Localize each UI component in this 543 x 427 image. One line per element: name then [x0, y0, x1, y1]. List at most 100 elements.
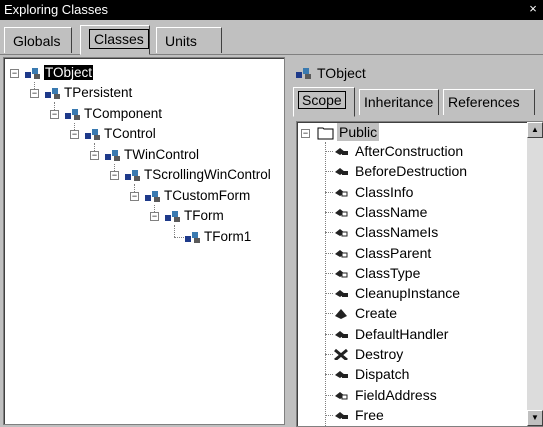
- tree-node[interactable]: TControl: [104, 125, 156, 143]
- vertical-scrollbar[interactable]: ▲ ▼: [527, 122, 543, 426]
- collapse-icon[interactable]: −: [110, 171, 119, 180]
- detail-tab-strip: Scope Inheritance References: [293, 87, 539, 117]
- tree-node[interactable]: TCustomForm: [164, 187, 250, 205]
- class-icon: [45, 88, 60, 99]
- function-icon: [335, 269, 348, 278]
- member-label: FieldAddress: [355, 386, 437, 403]
- tab-globals[interactable]: Globals: [4, 27, 72, 53]
- scroll-down-icon[interactable]: ▼: [527, 410, 543, 426]
- collapse-icon[interactable]: −: [50, 110, 59, 119]
- class-icon: [85, 129, 100, 140]
- tree-node[interactable]: TComponent: [84, 105, 162, 123]
- member-item[interactable]: ClassName: [333, 202, 427, 222]
- close-icon[interactable]: ×: [526, 1, 540, 17]
- member-label: ClassNameIs: [355, 224, 439, 241]
- member-item[interactable]: DefaultHandler: [333, 324, 448, 344]
- member-item[interactable]: Create: [333, 303, 397, 323]
- tab-inheritance[interactable]: Inheritance: [359, 89, 439, 115]
- tree-connector: [325, 313, 333, 315]
- class-icon: [25, 68, 40, 79]
- tree-connector: [325, 394, 333, 396]
- tree-node-label: TControl: [104, 126, 156, 141]
- constructor-icon: [335, 309, 347, 320]
- folder-icon: [317, 127, 334, 140]
- member-item[interactable]: ClassNameIs: [333, 222, 438, 242]
- tree-node[interactable]: TForm1: [204, 228, 251, 246]
- member-label: ClassType: [355, 264, 421, 281]
- member-label: ClassName: [355, 203, 428, 220]
- class-icon: [185, 232, 200, 243]
- tree-connector: [325, 272, 333, 274]
- tree-node[interactable]: TForm: [184, 207, 224, 225]
- member-list[interactable]: − Public ▲ ▼ AfterConstruction BeforeDest…: [296, 121, 543, 427]
- tree-node-label: TPersistent: [64, 85, 133, 100]
- tab-units[interactable]: Units: [156, 27, 222, 53]
- class-icon: [125, 170, 140, 181]
- member-label: ClassParent: [355, 244, 432, 261]
- tab-strip: Globals Classes Units: [0, 20, 543, 55]
- method-icon: [335, 411, 348, 419]
- tree-connector: [325, 191, 333, 193]
- member-label: Destroy: [355, 346, 404, 362]
- function-icon: [335, 188, 348, 197]
- tree-node[interactable]: TScrollingWinControl: [144, 166, 271, 184]
- window-title: Exploring Classes: [4, 2, 109, 17]
- member-item[interactable]: Dispatch: [333, 364, 409, 384]
- member-item[interactable]: CleanupInstance: [333, 283, 460, 303]
- function-icon: [335, 391, 348, 400]
- member-item[interactable]: Destroy: [333, 344, 403, 364]
- tree-node[interactable]: TObject: [42, 64, 95, 82]
- tree-connector: [325, 151, 333, 152]
- member-label: Dispatch: [355, 366, 410, 383]
- tree-connector: [325, 354, 333, 355]
- member-label: Create: [355, 305, 398, 322]
- tree-node-label: TForm1: [204, 229, 252, 244]
- method-icon: [335, 290, 348, 298]
- collapse-icon[interactable]: −: [150, 212, 159, 221]
- destructor-icon: [334, 348, 348, 360]
- member-item[interactable]: ClassParent: [333, 243, 431, 263]
- collapse-icon[interactable]: −: [30, 89, 39, 98]
- member-label: BeforeDestruction: [355, 163, 468, 180]
- collapse-icon[interactable]: −: [10, 69, 19, 78]
- member-label: DefaultHandler: [355, 325, 449, 342]
- tree-connector: [325, 293, 333, 295]
- collapse-icon[interactable]: −: [70, 130, 79, 139]
- member-item[interactable]: BeforeDestruction: [333, 161, 467, 181]
- member-item[interactable]: Free: [333, 405, 384, 425]
- tree-node-label: TScrollingWinControl: [144, 167, 271, 182]
- member-item[interactable]: AfterConstruction: [333, 141, 463, 161]
- tab-classes[interactable]: Classes: [80, 25, 150, 55]
- function-icon: [335, 249, 348, 257]
- folder-label: Public: [337, 123, 380, 141]
- member-item[interactable]: FieldAddress: [333, 385, 437, 405]
- tree-node-label: TComponent: [84, 106, 163, 121]
- method-icon: [335, 371, 348, 379]
- collapse-icon[interactable]: −: [130, 192, 139, 201]
- member-item[interactable]: ClassType: [333, 263, 420, 283]
- tree-node-label: TCustomForm: [164, 188, 251, 203]
- function-icon: [335, 229, 348, 237]
- tab-references[interactable]: References: [443, 89, 535, 115]
- member-label: AfterConstruction: [355, 143, 464, 159]
- class-icon: [105, 150, 120, 161]
- member-label: Free: [355, 406, 384, 423]
- tree-node-label: TWinControl: [124, 147, 200, 162]
- tree-node[interactable]: TPersistent: [64, 84, 132, 102]
- detail-title: TObject: [317, 65, 366, 81]
- member-label: ClassInfo: [355, 183, 414, 200]
- tree-connector: [325, 171, 333, 173]
- collapse-icon[interactable]: −: [301, 129, 310, 138]
- tree-node-label: TObject: [42, 64, 95, 81]
- class-tree[interactable]: − TObject − TPersistent − TComponent − TControl…: [3, 57, 285, 425]
- tree-connector: [325, 232, 333, 234]
- detail-header: TObject: [295, 63, 366, 83]
- title-bar: Exploring Classes ×: [0, 0, 543, 20]
- tree-node[interactable]: TWinControl: [124, 146, 199, 164]
- detail-pane: TObject Scope Inheritance References − P…: [289, 57, 543, 427]
- tab-scope[interactable]: Scope: [293, 87, 355, 117]
- collapse-icon[interactable]: −: [90, 151, 99, 160]
- member-item[interactable]: ClassInfo: [333, 182, 413, 202]
- class-icon: [65, 109, 80, 120]
- scroll-up-icon[interactable]: ▲: [527, 122, 543, 138]
